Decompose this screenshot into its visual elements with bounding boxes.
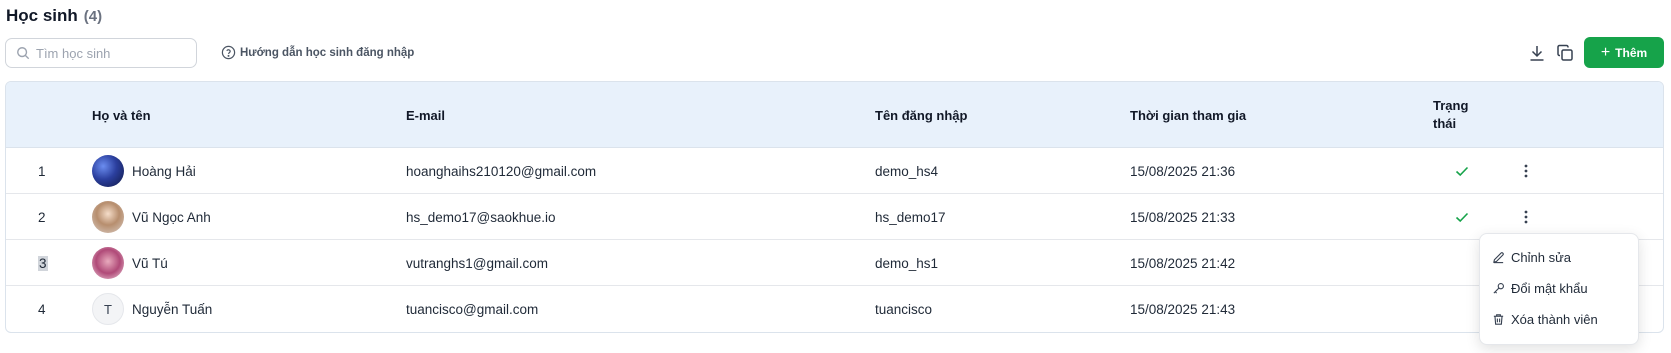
student-name-cell: T Nguyễn Tuấn (92, 286, 212, 332)
menu-item-edit[interactable]: Chỉnh sửa (1480, 242, 1638, 273)
students-table: Họ và tên E-mail Tên đăng nhập Thời gian… (5, 81, 1664, 333)
more-vertical-icon (1524, 164, 1528, 178)
login-guide-link[interactable]: Hướng dẫn học sinh đăng nhập (221, 45, 414, 60)
row-actions-button[interactable] (1518, 148, 1534, 194)
avatar-initial: T (92, 293, 124, 325)
student-email: vutranghs1@gmail.com (406, 255, 549, 271)
download-button[interactable] (1524, 40, 1550, 66)
more-vertical-icon (1524, 210, 1528, 224)
key-icon (1493, 283, 1504, 294)
table-row[interactable]: 4 T Nguyễn Tuấn tuancisco@gmail.com tuan… (6, 286, 1663, 332)
table-row[interactable]: 3 Vũ Tú vutranghs1@gmail.com demo_hs1 15… (6, 240, 1663, 286)
row-index-selected: 3 (38, 255, 48, 271)
student-email: hoanghaihs210120@gmail.com (406, 163, 597, 179)
student-name: Vũ Ngọc Anh (132, 209, 211, 225)
row-index: 4 (38, 301, 46, 317)
table-row[interactable]: 2 Vũ Ngọc Anh hs_demo17@saokhue.io hs_de… (6, 194, 1663, 240)
table-row[interactable]: 1 Hoàng Hải hoanghaihs210120@gmail.com d… (6, 148, 1663, 194)
trash-icon (1493, 314, 1504, 325)
page-title-text: Học sinh (6, 6, 78, 25)
menu-item-edit-label: Chỉnh sửa (1511, 250, 1572, 265)
table-header: Họ và tên E-mail Tên đăng nhập Thời gian… (6, 82, 1663, 148)
search-input[interactable] (36, 45, 196, 61)
column-header-name: Họ và tên (92, 107, 151, 123)
student-count: (4) (83, 8, 103, 25)
menu-item-change-password[interactable]: Đổi mật khẩu (1480, 273, 1638, 304)
add-button-label: Thêm (1615, 45, 1648, 60)
plus-icon: + (1600, 43, 1611, 61)
student-name-cell: Vũ Tú (92, 240, 168, 286)
check-icon (1455, 166, 1469, 177)
pencil-icon (1493, 252, 1504, 264)
student-name-cell: Vũ Ngọc Anh (92, 194, 211, 240)
status-header-line1: Trạng (1433, 98, 1469, 113)
column-header-joined: Thời gian tham gia (1130, 107, 1247, 123)
student-username: hs_demo17 (875, 209, 946, 225)
menu-item-delete-member[interactable]: Xóa thành viên (1480, 304, 1638, 335)
student-name: Nguyễn Tuấn (132, 301, 213, 317)
avatar (92, 155, 124, 187)
copy-button[interactable] (1552, 40, 1578, 66)
search-icon (17, 47, 30, 60)
column-header-email: E-mail (406, 107, 446, 123)
avatar (92, 201, 124, 233)
page-title: Học sinh (4) (6, 6, 102, 26)
student-joined-time: 15/08/2025 21:43 (1130, 301, 1236, 317)
student-username: tuancisco (875, 301, 933, 317)
student-joined-time: 15/08/2025 21:36 (1130, 163, 1236, 179)
check-icon (1455, 212, 1469, 223)
row-index: 3 (38, 240, 48, 286)
download-icon (1530, 46, 1544, 61)
avatar (92, 247, 124, 279)
add-student-button[interactable]: + Thêm (1584, 37, 1664, 68)
student-name: Hoàng Hải (132, 163, 196, 179)
status-header-line2: thái (1433, 116, 1457, 131)
student-email: tuancisco@gmail.com (406, 301, 539, 317)
status-cell (1454, 194, 1470, 240)
login-guide-label: Hướng dẫn học sinh đăng nhập (240, 46, 415, 59)
row-index: 1 (38, 163, 46, 179)
help-circle-icon (221, 45, 236, 60)
student-email: hs_demo17@saokhue.io (406, 209, 556, 225)
student-username: demo_hs4 (875, 163, 939, 179)
student-name-cell: Hoàng Hải (92, 148, 196, 194)
row-index: 2 (38, 209, 46, 225)
student-joined-time: 15/08/2025 21:33 (1130, 209, 1236, 225)
menu-item-delete-member-label: Xóa thành viên (1511, 312, 1598, 327)
copy-icon (1557, 44, 1573, 61)
column-header-status: Trạng thái (1433, 82, 1479, 148)
row-actions-menu: Chỉnh sửa Đổi mật khẩu Xóa thành viên (1479, 233, 1639, 345)
menu-item-change-password-label: Đổi mật khẩu (1511, 281, 1588, 296)
search-box[interactable] (5, 38, 197, 68)
student-joined-time: 15/08/2025 21:42 (1130, 255, 1236, 271)
status-cell (1454, 148, 1470, 194)
student-name: Vũ Tú (132, 255, 168, 271)
student-username: demo_hs1 (875, 255, 939, 271)
column-header-username: Tên đăng nhập (875, 107, 968, 123)
